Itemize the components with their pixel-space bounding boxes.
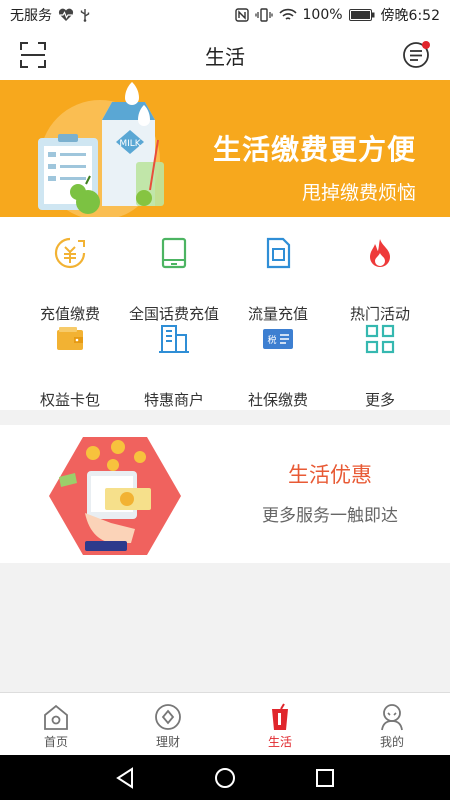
building-icon <box>159 325 189 353</box>
service-label: 热门活动 <box>349 305 410 323</box>
tab-profile[interactable]: 我的 <box>336 693 448 756</box>
tab-home[interactable]: 首页 <box>0 693 112 756</box>
service-phone-topup[interactable]: 全国话费充值 <box>118 237 230 323</box>
promo-subtitle: 更多服务一触即达 <box>262 506 398 526</box>
service-hot-events[interactable]: 热门活动 <box>324 237 436 323</box>
tab-life[interactable]: 生活 <box>224 693 336 756</box>
page-title: 生活 <box>205 44 245 69</box>
tab-label: 理财 <box>155 735 180 749</box>
service-label: 更多 <box>364 391 395 409</box>
service-recharge[interactable]: 充值缴费 <box>14 237 126 323</box>
banner-headline: 生活缴费更方便 <box>212 133 416 166</box>
wifi-icon <box>278 8 297 20</box>
tab-label: 我的 <box>379 735 404 749</box>
service-merchants[interactable]: 特惠商户 <box>118 323 230 409</box>
tax-card-icon: 税 <box>263 329 293 349</box>
vibrate-icon <box>254 8 273 22</box>
coins-hand-illustration <box>49 437 181 555</box>
promo-title: 生活优惠 <box>288 463 372 487</box>
status-bar: 无服务 100% 傍晚6:52 <box>0 0 450 30</box>
service-label: 社保缴费 <box>247 391 308 409</box>
profile-icon <box>381 704 403 731</box>
top-header: 生活 <box>0 30 450 80</box>
service-label: 全国话费充值 <box>128 305 219 323</box>
life-icon <box>272 703 288 730</box>
back-icon[interactable] <box>114 767 136 789</box>
notification-dot <box>422 41 430 49</box>
tab-finance[interactable]: 理财 <box>112 693 224 756</box>
recents-icon[interactable] <box>315 768 335 788</box>
service-more[interactable]: 更多 <box>324 323 436 409</box>
banner-illustration: MILK <box>38 82 164 217</box>
carrier-text: 无服务 <box>10 8 52 24</box>
service-label: 流量充值 <box>247 305 308 323</box>
heart-pulse-icon <box>58 8 74 21</box>
sim-card-icon <box>266 237 291 269</box>
service-social-security[interactable]: 税 社保缴费 <box>222 323 334 409</box>
home-button-icon[interactable] <box>214 767 236 789</box>
home-icon <box>44 704 68 730</box>
phone-icon <box>161 237 187 269</box>
system-nav-bar <box>0 755 450 800</box>
grid-icon <box>365 324 395 354</box>
tax-icon-text: 税 <box>267 334 276 346</box>
clock-text: 傍晚6:52 <box>380 8 440 24</box>
battery-icon <box>348 9 375 21</box>
promo-banner[interactable]: MILK 生活缴费更方便 甩掉缴费烦恼 <box>0 80 450 217</box>
banner-subline: 甩掉缴费烦恼 <box>301 182 416 204</box>
service-data-topup[interactable]: 流量充值 <box>222 237 334 323</box>
service-card-wallet[interactable]: 权益卡包 <box>14 323 126 409</box>
life-discount-card[interactable]: 生活优惠 更多服务一触即达 <box>0 425 450 563</box>
service-label: 充值缴费 <box>39 305 100 323</box>
service-label: 权益卡包 <box>39 391 100 409</box>
service-grid: 充值缴费 全国话费充值 流量充值 热门活动 权益卡包 特惠商户 税 社保缴费 更… <box>0 217 450 410</box>
scan-icon[interactable] <box>20 42 46 68</box>
recharge-icon <box>54 237 86 269</box>
message-menu-icon[interactable] <box>402 40 432 70</box>
tab-label: 首页 <box>43 735 68 749</box>
bottom-tab-bar: 首页 理财 生活 我的 <box>0 692 450 756</box>
finance-icon <box>155 704 181 730</box>
service-label: 特惠商户 <box>143 391 204 409</box>
milk-label: MILK <box>119 139 141 149</box>
fire-icon <box>370 239 390 267</box>
usb-icon <box>80 9 90 22</box>
nfc-icon <box>234 8 249 22</box>
tab-label: 生活 <box>267 735 292 749</box>
wallet-icon <box>57 327 83 350</box>
battery-percent: 100% <box>302 7 343 23</box>
